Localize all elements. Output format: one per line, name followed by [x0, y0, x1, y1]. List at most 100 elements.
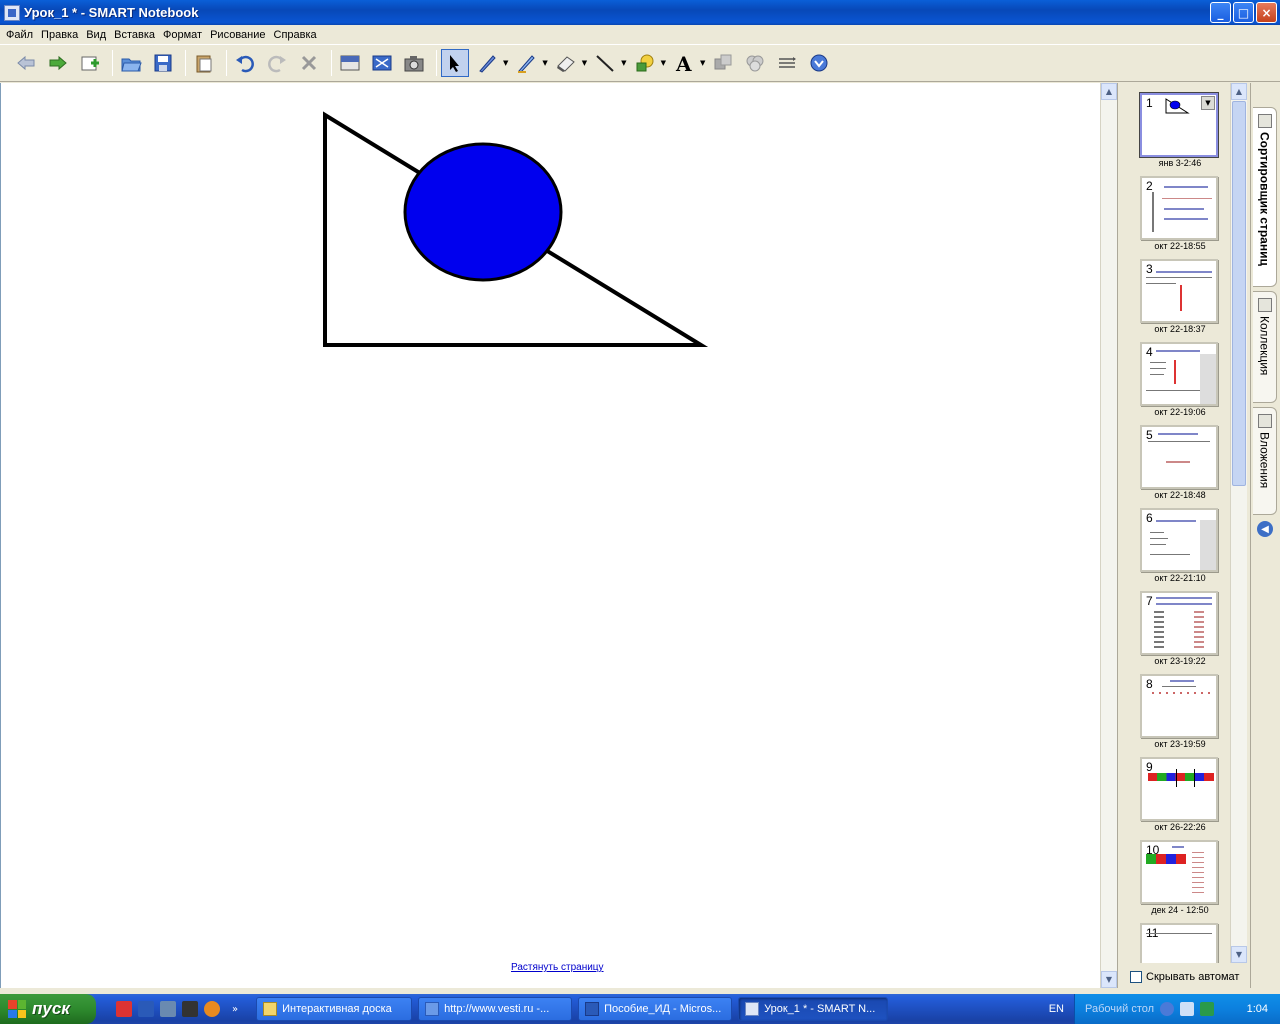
- maximize-button[interactable]: □: [1233, 2, 1254, 23]
- menu-edit[interactable]: Правка: [37, 29, 82, 41]
- task-smart-notebook[interactable]: Урок_1 * - SMART N...: [738, 997, 889, 1021]
- menu-insert[interactable]: Вставка: [110, 29, 159, 41]
- thumbnail-frame: 1 ▼: [1140, 93, 1218, 157]
- line-icon[interactable]: [591, 49, 619, 77]
- open-icon[interactable]: [117, 49, 145, 77]
- thumbnail-frame: 8: [1140, 674, 1218, 738]
- quick-launch-more-icon[interactable]: »: [232, 1004, 238, 1015]
- forward-icon[interactable]: [44, 49, 72, 77]
- paste-icon[interactable]: [190, 49, 218, 77]
- scroll-down-icon[interactable]: ▼: [1101, 971, 1117, 988]
- table-icon[interactable]: [773, 49, 801, 77]
- page-thumbnail[interactable]: 1 ▼ янв 3-2:46: [1140, 93, 1220, 173]
- page-caption: окт 23-19:22: [1154, 656, 1206, 666]
- firefox-icon[interactable]: [204, 1001, 220, 1017]
- word-icon[interactable]: [138, 1001, 154, 1017]
- scroll-thumb[interactable]: [1232, 101, 1246, 486]
- sorter-scrollbar[interactable]: ▲ ▼: [1230, 83, 1247, 963]
- shape-dropdown-icon[interactable]: ▼: [661, 59, 666, 67]
- menu-file[interactable]: Файл: [2, 29, 37, 41]
- capture-icon[interactable]: [400, 49, 428, 77]
- minimize-button[interactable]: _: [1210, 2, 1231, 23]
- autohide-option[interactable]: Скрывать автомат: [1130, 971, 1239, 983]
- disk-icon[interactable]: [182, 1001, 198, 1017]
- eraser-icon[interactable]: [552, 49, 580, 77]
- toolbar-separator: [185, 50, 186, 76]
- eraser-dropdown-icon[interactable]: ▼: [582, 59, 587, 67]
- creative-pen-dropdown-icon[interactable]: ▼: [542, 59, 547, 67]
- page-thumbnail[interactable]: 6 окт 22-21:10: [1140, 508, 1220, 588]
- screen-shade-icon[interactable]: [336, 49, 364, 77]
- properties-icon[interactable]: [741, 49, 769, 77]
- menu-draw[interactable]: Рисование: [206, 29, 269, 41]
- page-thumbnail[interactable]: 2 окт 22-18:55: [1140, 176, 1220, 256]
- page-caption: окт 22-18:48: [1154, 490, 1206, 500]
- stretch-page-link[interactable]: Растянуть страницу: [511, 962, 604, 973]
- page-thumbnail[interactable]: 9 окт 26-22:26: [1140, 757, 1220, 837]
- pen-icon[interactable]: [473, 49, 501, 77]
- task-browser[interactable]: http://www.vesti.ru -...: [418, 997, 573, 1021]
- scroll-down-icon[interactable]: ▼: [1231, 946, 1247, 963]
- circle-shape[interactable]: [403, 142, 563, 282]
- save-icon[interactable]: [149, 49, 177, 77]
- smart-notebook-icon: [745, 1002, 760, 1016]
- scroll-up-icon[interactable]: ▲: [1231, 83, 1247, 100]
- start-label: пуск: [32, 999, 70, 1018]
- select-icon[interactable]: [441, 49, 469, 77]
- task-label: http://www.vesti.ru -...: [444, 1003, 550, 1015]
- pen-dropdown-icon[interactable]: ▼: [503, 59, 508, 67]
- undo-icon[interactable]: [231, 49, 259, 77]
- page-thumbnail[interactable]: 7 окт 23-19:22: [1140, 591, 1220, 671]
- page-thumbnail[interactable]: 3 окт 22-18:37: [1140, 259, 1220, 339]
- close-button[interactable]: ×: [1256, 2, 1277, 23]
- task-word[interactable]: Пособие_ИД - Micros...: [578, 997, 733, 1021]
- panel-splitter[interactable]: [1117, 83, 1126, 988]
- language-indicator[interactable]: EN: [1049, 1003, 1064, 1015]
- collapse-panel-icon[interactable]: ◀: [1257, 521, 1273, 537]
- line-dropdown-icon[interactable]: ▼: [621, 59, 626, 67]
- menu-help[interactable]: Справка: [270, 29, 321, 41]
- page-thumbnail[interactable]: 10 дек 24 - 12:50: [1140, 840, 1220, 920]
- page-thumbnail[interactable]: 11: [1140, 923, 1220, 963]
- back-icon[interactable]: [12, 49, 40, 77]
- thumbnail-frame: 7: [1140, 591, 1218, 655]
- redo-icon[interactable]: [263, 49, 291, 77]
- max-icon[interactable]: [160, 1001, 176, 1017]
- text-icon[interactable]: A: [670, 49, 698, 77]
- tab-gallery[interactable]: Коллекция: [1253, 291, 1277, 403]
- acrobat-icon[interactable]: [116, 1001, 132, 1017]
- window-controls: _ □ ×: [1210, 2, 1277, 23]
- toolbar-separator: [112, 50, 113, 76]
- smart-notebook-icon: [4, 4, 20, 21]
- full-screen-icon[interactable]: [368, 49, 396, 77]
- page-number: 3: [1146, 262, 1153, 276]
- menu-view[interactable]: Вид: [82, 29, 110, 41]
- page-thumbnail[interactable]: 5 окт 22-18:48: [1140, 425, 1220, 505]
- desktop-toolbar-label[interactable]: Рабочий стол: [1085, 1003, 1154, 1015]
- page-menu-dropdown-icon[interactable]: ▼: [1201, 96, 1215, 110]
- more-icon[interactable]: [805, 49, 833, 77]
- start-button[interactable]: пуск: [0, 994, 96, 1024]
- add-page-icon[interactable]: [76, 49, 104, 77]
- creative-pen-icon[interactable]: [512, 49, 540, 77]
- taskbar: пуск » Интерактивная доска http://www.ve…: [0, 994, 1280, 1024]
- sync-icon[interactable]: [1200, 1002, 1215, 1016]
- whiteboard-canvas[interactable]: Растянуть страницу: [0, 83, 1100, 988]
- canvas-scrollbar[interactable]: ▲ ▼: [1100, 83, 1117, 988]
- page-thumbnail[interactable]: 8 окт 23-19:59: [1140, 674, 1220, 754]
- network-icon[interactable]: [1180, 1002, 1195, 1016]
- text-dropdown-icon[interactable]: ▼: [700, 59, 705, 67]
- tab-attachments[interactable]: Вложения: [1253, 407, 1277, 515]
- task-folder[interactable]: Интерактивная доска: [256, 997, 413, 1021]
- shape-icon[interactable]: [631, 49, 659, 77]
- autohide-checkbox[interactable]: [1130, 971, 1142, 983]
- back-arrow-icon[interactable]: [1160, 1002, 1175, 1016]
- thumbnail-frame: 9: [1140, 757, 1218, 821]
- delete-icon[interactable]: [295, 49, 323, 77]
- scroll-up-icon[interactable]: ▲: [1101, 83, 1117, 100]
- page-thumbnail[interactable]: 4 окт 22-19:06: [1140, 342, 1220, 422]
- svg-text:A: A: [675, 52, 692, 74]
- menu-format[interactable]: Формат: [159, 29, 206, 41]
- tab-page-sorter[interactable]: Сортировщик страниц: [1253, 107, 1277, 287]
- fill-icon[interactable]: [709, 49, 737, 77]
